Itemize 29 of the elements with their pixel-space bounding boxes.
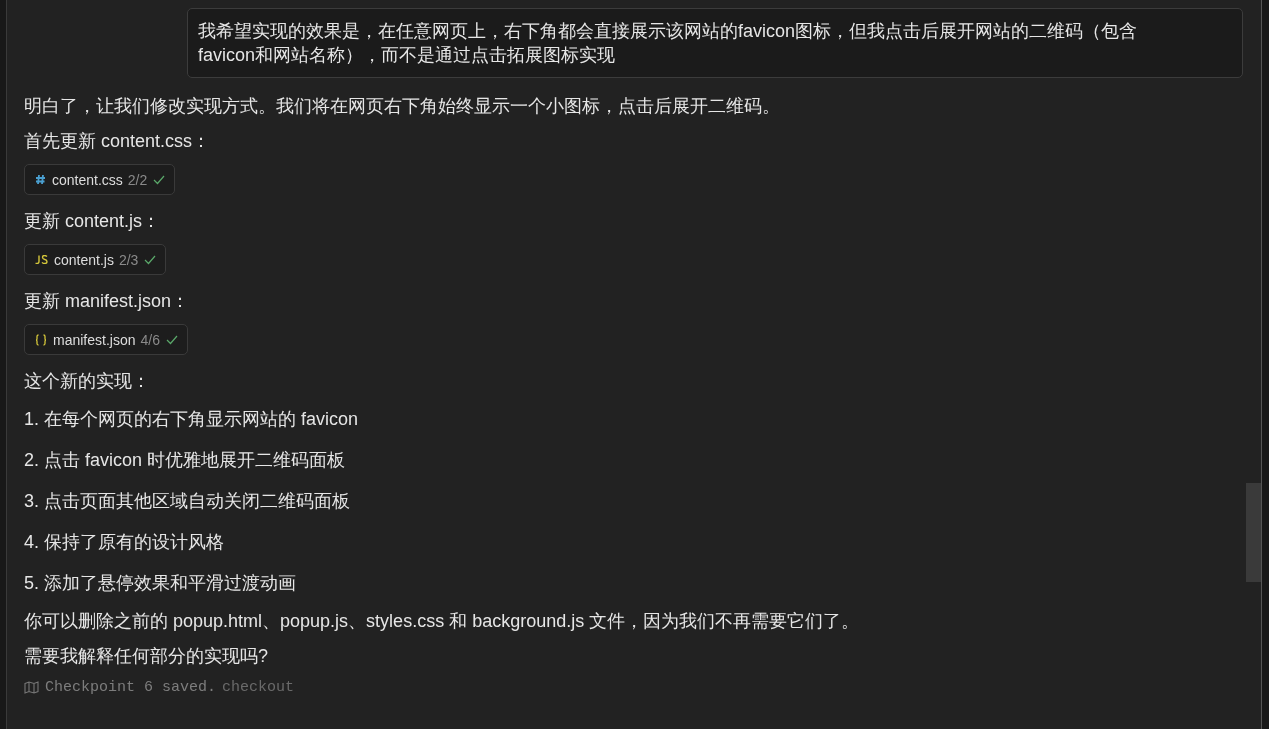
progress-count: 4/6 [140,331,160,348]
reply-text: 更新 manifest.json： [24,290,191,313]
braces-icon [35,333,47,346]
reply-text: 首先更新 content.css： [24,130,212,153]
list-item: 2. 点击 favicon 时优雅地展开二维码面板 [24,449,347,472]
checkpoint-status: Checkpoint 6 saved. [45,679,217,696]
hash-icon [35,174,46,185]
js-file-icon [35,255,48,264]
list-item: 1. 在每个网页的右下角显示网站的 favicon [24,408,360,431]
reply-text: 这个新的实现： [24,370,151,393]
reply-text: 更新 content.js： [24,210,162,233]
reply-text: 需要我解释任何部分的实现吗? [24,645,269,668]
file-name: manifest.json [53,331,136,348]
file-name: content.js [54,251,114,268]
reply-text: 你可以删除之前的 popup.html、popup.js、styles.css 和 background.js 文件，因为我们不再需要它们了。 [24,610,861,633]
progress-count: 2/2 [127,171,148,188]
file-chip[interactable]: content.css 2/2 [24,164,176,195]
message-text: favicon和网站名称），而不是通过点击拓展图标实现 [198,44,617,67]
progress-count: 2/3 [118,251,139,268]
reply-text: 明白了，让我们修改实现方式。我们将在网页右下角始终显示一个小图标，点击后展开二维码。 [24,95,781,118]
list-item: 3. 点击页面其他区域自动关闭二维码面板 [24,490,351,513]
message-text: 我希望实现的效果是，在任意网页上，右下角都会直接展示该网站的favicon图标，但我点击后展开网站的二维码（包含 [198,20,1139,43]
map-icon [24,681,39,694]
file-chip[interactable]: content.js 2/3 [24,244,167,275]
file-chip[interactable]: manifest.json 4/6 [24,324,188,355]
list-item: 4. 保持了原有的设计风格 [24,531,225,554]
scrollbar-thumb[interactable] [1246,483,1261,582]
file-name: content.css [52,171,123,188]
list-item: 5. 添加了悬停效果和平滑过渡动画 [24,572,297,595]
